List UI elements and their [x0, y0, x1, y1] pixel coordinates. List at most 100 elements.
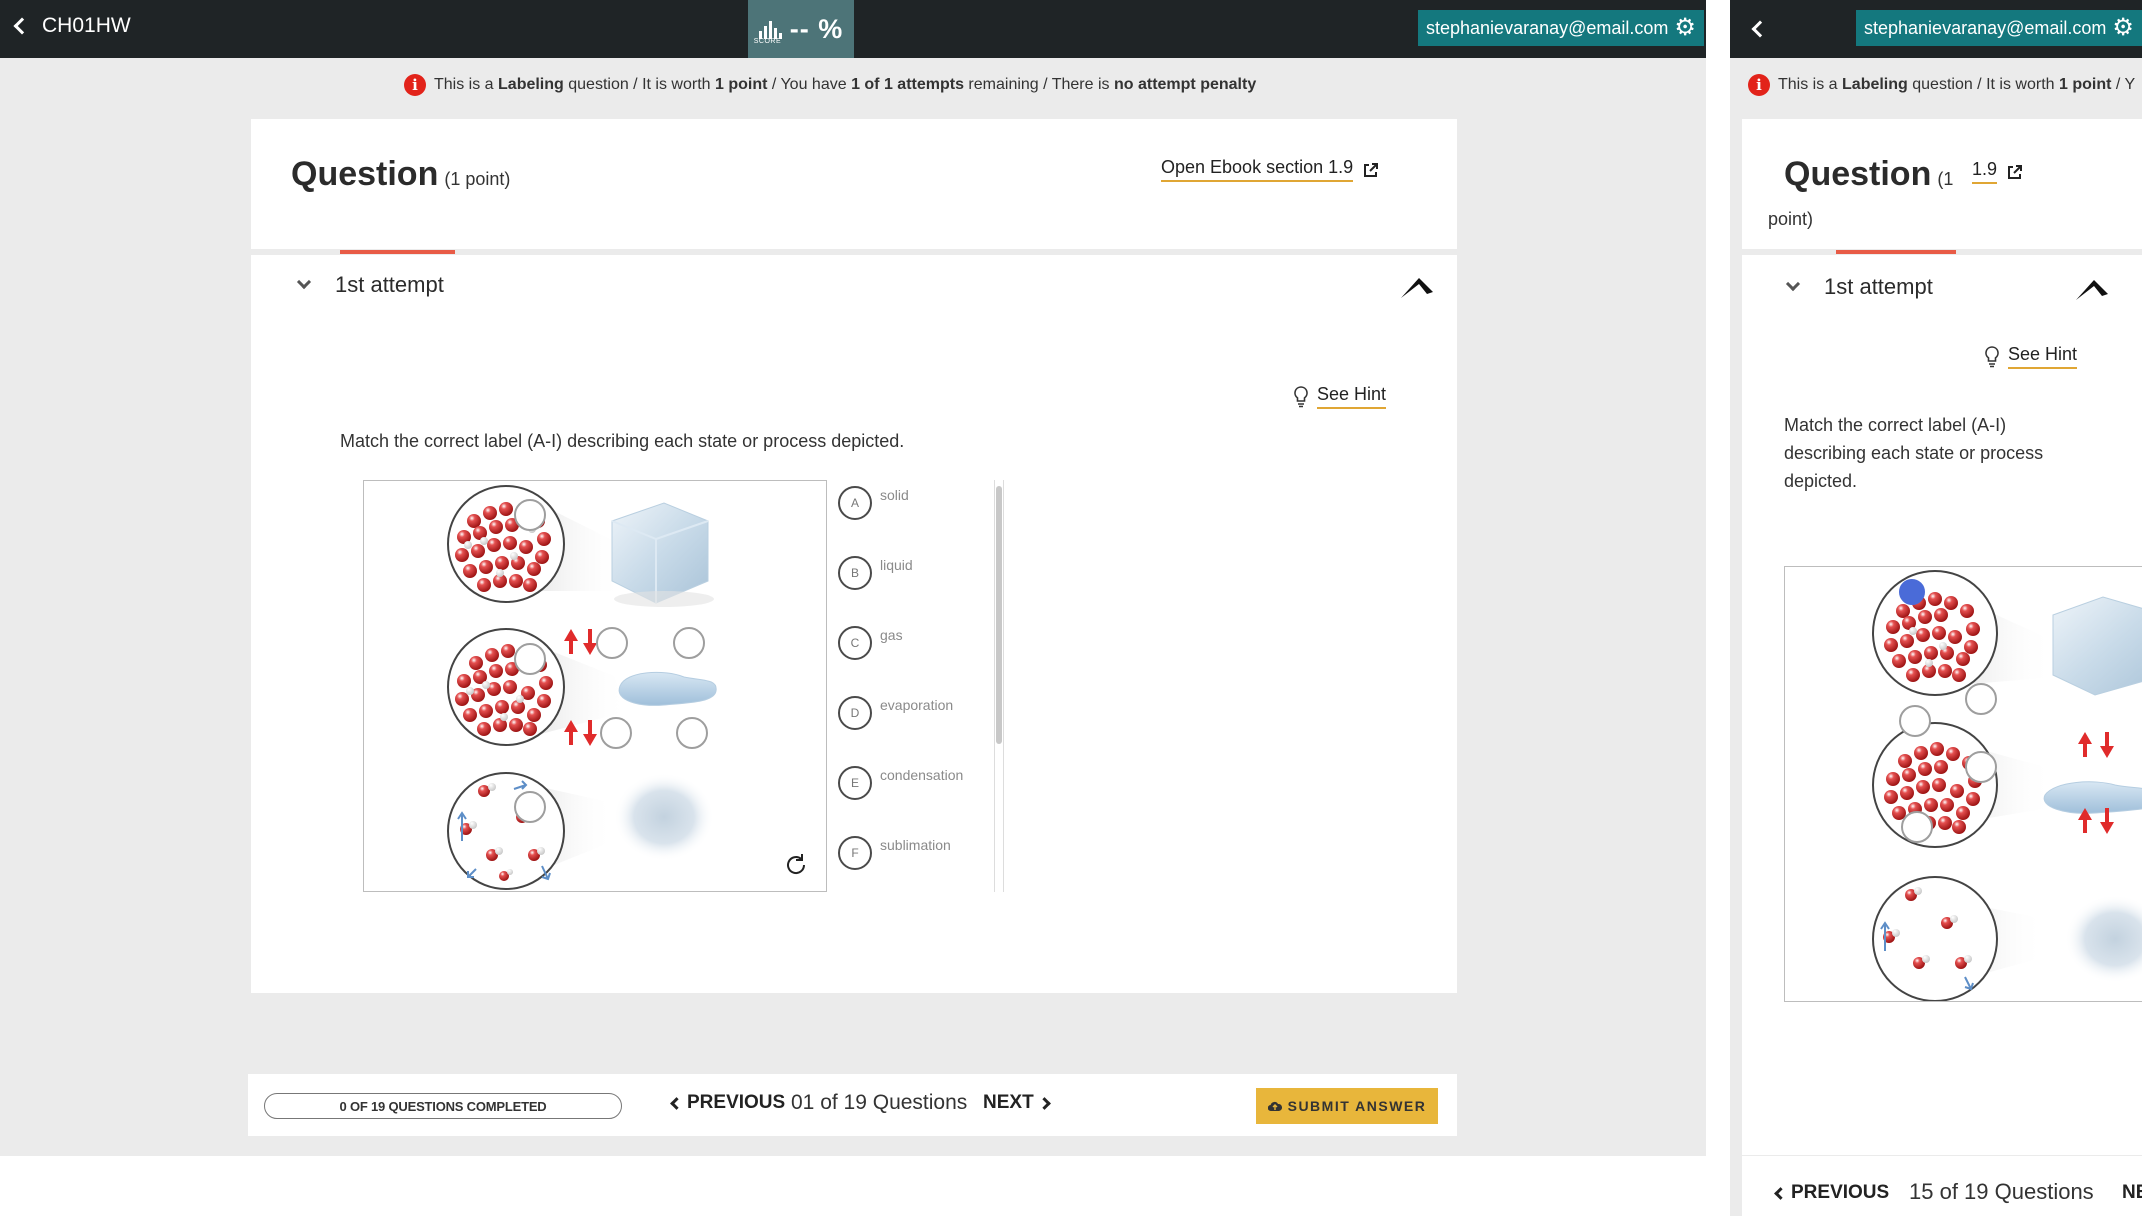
top-bar: stephanievaranay@email.com ⚙	[1730, 0, 2142, 58]
label-item-d[interactable]: D evaporation	[838, 696, 953, 730]
chevron-left-icon[interactable]	[1751, 20, 1769, 38]
previous-button[interactable]: PREVIOUS	[1774, 1182, 1889, 1204]
arrow-up-icon	[564, 629, 578, 654]
page-title: Question (1 point)	[291, 155, 511, 193]
pin-icon[interactable]	[2072, 274, 2112, 304]
drop-target-solid[interactable]	[514, 499, 546, 531]
label-item-f[interactable]: F sublimation	[838, 836, 951, 870]
see-hint-link[interactable]: See Hint	[1293, 384, 1387, 409]
question-header-card: Question (1 point) 1.9	[1742, 119, 2142, 249]
previous-button[interactable]: PREVIOUS	[670, 1092, 785, 1114]
user-account-button[interactable]: stephanievaranay@email.com ⚙	[1856, 10, 2142, 46]
info-text: This is a Labeling question / It is wort…	[434, 76, 1257, 93]
question-points: (1 point)	[444, 169, 511, 189]
user-account-button[interactable]: stephanievaranay@email.com ⚙	[1418, 10, 1704, 46]
chevron-left-icon	[13, 17, 31, 35]
scrollbar-thumb[interactable]	[996, 486, 1002, 744]
drop-target-liquid[interactable]	[1899, 705, 1931, 737]
info-icon: i	[1748, 74, 1770, 96]
next-button[interactable]: NEXT	[983, 1092, 1051, 1114]
question-points: (1	[1937, 169, 1954, 189]
arrow-down-icon	[583, 629, 597, 655]
active-tab-indicator	[1836, 250, 1956, 254]
liquid-molecules-circle	[447, 628, 565, 746]
states-of-matter-illustration	[1872, 570, 2142, 1001]
drop-target-solid-selected[interactable]	[1899, 579, 1925, 605]
question-info-line: i This is a Labeling question / It is wo…	[1748, 74, 2135, 96]
bar-chart-icon: SCORE	[754, 19, 782, 45]
water-puddle-image	[618, 671, 717, 706]
label-bank: A solid B liquid C gas D evaporation E c…	[836, 480, 1006, 892]
right-browser-window: stephanievaranay@email.com ⚙ i This is a…	[1730, 0, 2142, 1216]
attempt-toggle[interactable]: 1st attempt	[296, 272, 444, 298]
user-email: stephanievaranay@email.com	[1864, 17, 2107, 38]
score-caption: SCORE	[753, 38, 782, 45]
gas-cloud-image	[614, 773, 714, 861]
question-header-card: Question (1 point) Open Ebook section 1.9	[251, 119, 1457, 249]
gas-molecules-circle	[447, 772, 565, 890]
attempt-card: 1st attempt See Hint Match the correct l…	[1742, 250, 2142, 1155]
attempt-label: 1st attempt	[1824, 274, 1933, 299]
question-instructions: Match the correct label (A-I) describing…	[340, 431, 905, 451]
label-item-c[interactable]: C gas	[838, 626, 903, 660]
chevron-down-icon	[296, 274, 312, 290]
chevron-left-icon	[1774, 1186, 1787, 1200]
open-ebook-link[interactable]: 1.9	[1972, 159, 2023, 184]
arrow-down-icon	[583, 720, 597, 746]
see-hint-link[interactable]: See Hint	[1984, 344, 2078, 369]
gear-icon: ⚙	[2112, 14, 2134, 41]
label-scrollbar[interactable]	[994, 480, 1004, 892]
chevron-right-icon	[1037, 1096, 1051, 1110]
drop-target-process-4[interactable]	[676, 717, 708, 749]
next-button[interactable]: NE	[2122, 1182, 2142, 1204]
attempt-card: 1st attempt See Hint Match the correct l…	[251, 250, 1457, 993]
info-text: This is a Labeling question / It is wort…	[1778, 76, 2136, 93]
drop-target-process-3[interactable]	[1965, 751, 1997, 783]
top-bar: CH01HW SCORE -- % stephanievaranay@email…	[0, 0, 1706, 58]
labeling-figure	[1784, 566, 2142, 1002]
labeling-figure	[363, 480, 827, 892]
drop-target-process-2[interactable]	[673, 627, 705, 659]
question-instructions: Match the correct label (A-I) describing…	[1784, 415, 2044, 491]
left-browser-window: CH01HW SCORE -- % stephanievaranay@email…	[0, 0, 1706, 1156]
label-item-e[interactable]: E condensation	[838, 766, 963, 800]
question-info-line: i This is a Labeling question / It is wo…	[404, 74, 1256, 96]
bottom-navigation-bar: PREVIOUS 15 of 19 Questions NE	[1742, 1156, 2142, 1216]
label-item-a[interactable]: A solid	[838, 486, 909, 520]
submit-answer-button[interactable]: SUBMIT ANSWER	[1256, 1088, 1438, 1124]
drop-target-process-3[interactable]	[600, 717, 632, 749]
drop-target-gas[interactable]	[1901, 811, 1933, 843]
ice-cube-image	[611, 502, 714, 607]
drop-target-gas[interactable]	[514, 791, 546, 823]
lightbulb-icon	[1985, 345, 1999, 367]
external-link-icon	[2008, 164, 2023, 179]
attempt-label: 1st attempt	[335, 272, 444, 297]
page-title: Question (1	[1784, 155, 1954, 193]
score-value: -- %	[789, 13, 844, 44]
lightbulb-icon	[1294, 385, 1308, 407]
bottom-navigation-bar: 0 OF 19 QUESTIONS COMPLETED PREVIOUS 01 …	[248, 1074, 1457, 1136]
score-display: SCORE -- %	[748, 0, 854, 58]
user-email: stephanievaranay@email.com	[1426, 17, 1669, 38]
solid-molecules-circle	[447, 485, 565, 603]
upload-icon	[1267, 1101, 1282, 1112]
question-counter: 15 of 19 Questions	[1909, 1179, 2094, 1204]
open-ebook-link[interactable]: Open Ebook section 1.9	[1161, 157, 1379, 182]
reset-icon[interactable]	[782, 851, 810, 879]
drop-target-process-1[interactable]	[596, 627, 628, 659]
question-points-wrap: point)	[1768, 209, 1814, 229]
questions-completed-progress: 0 OF 19 QUESTIONS COMPLETED	[264, 1093, 622, 1119]
info-icon: i	[404, 74, 426, 96]
back-to-assignment-link[interactable]: CH01HW	[13, 14, 131, 38]
question-counter: 01 of 19 Questions	[791, 1091, 968, 1114]
chevron-down-icon	[1785, 276, 1801, 292]
attempt-toggle[interactable]: 1st attempt	[1785, 274, 1933, 300]
active-tab-indicator	[340, 250, 455, 254]
drop-target-process-1[interactable]	[1965, 683, 1997, 715]
pin-icon[interactable]	[1397, 272, 1437, 302]
external-link-icon	[1364, 162, 1379, 177]
states-of-matter-illustration	[447, 485, 717, 890]
gear-icon: ⚙	[1674, 14, 1696, 41]
label-item-b[interactable]: B liquid	[838, 556, 913, 590]
drop-target-liquid[interactable]	[514, 643, 546, 675]
